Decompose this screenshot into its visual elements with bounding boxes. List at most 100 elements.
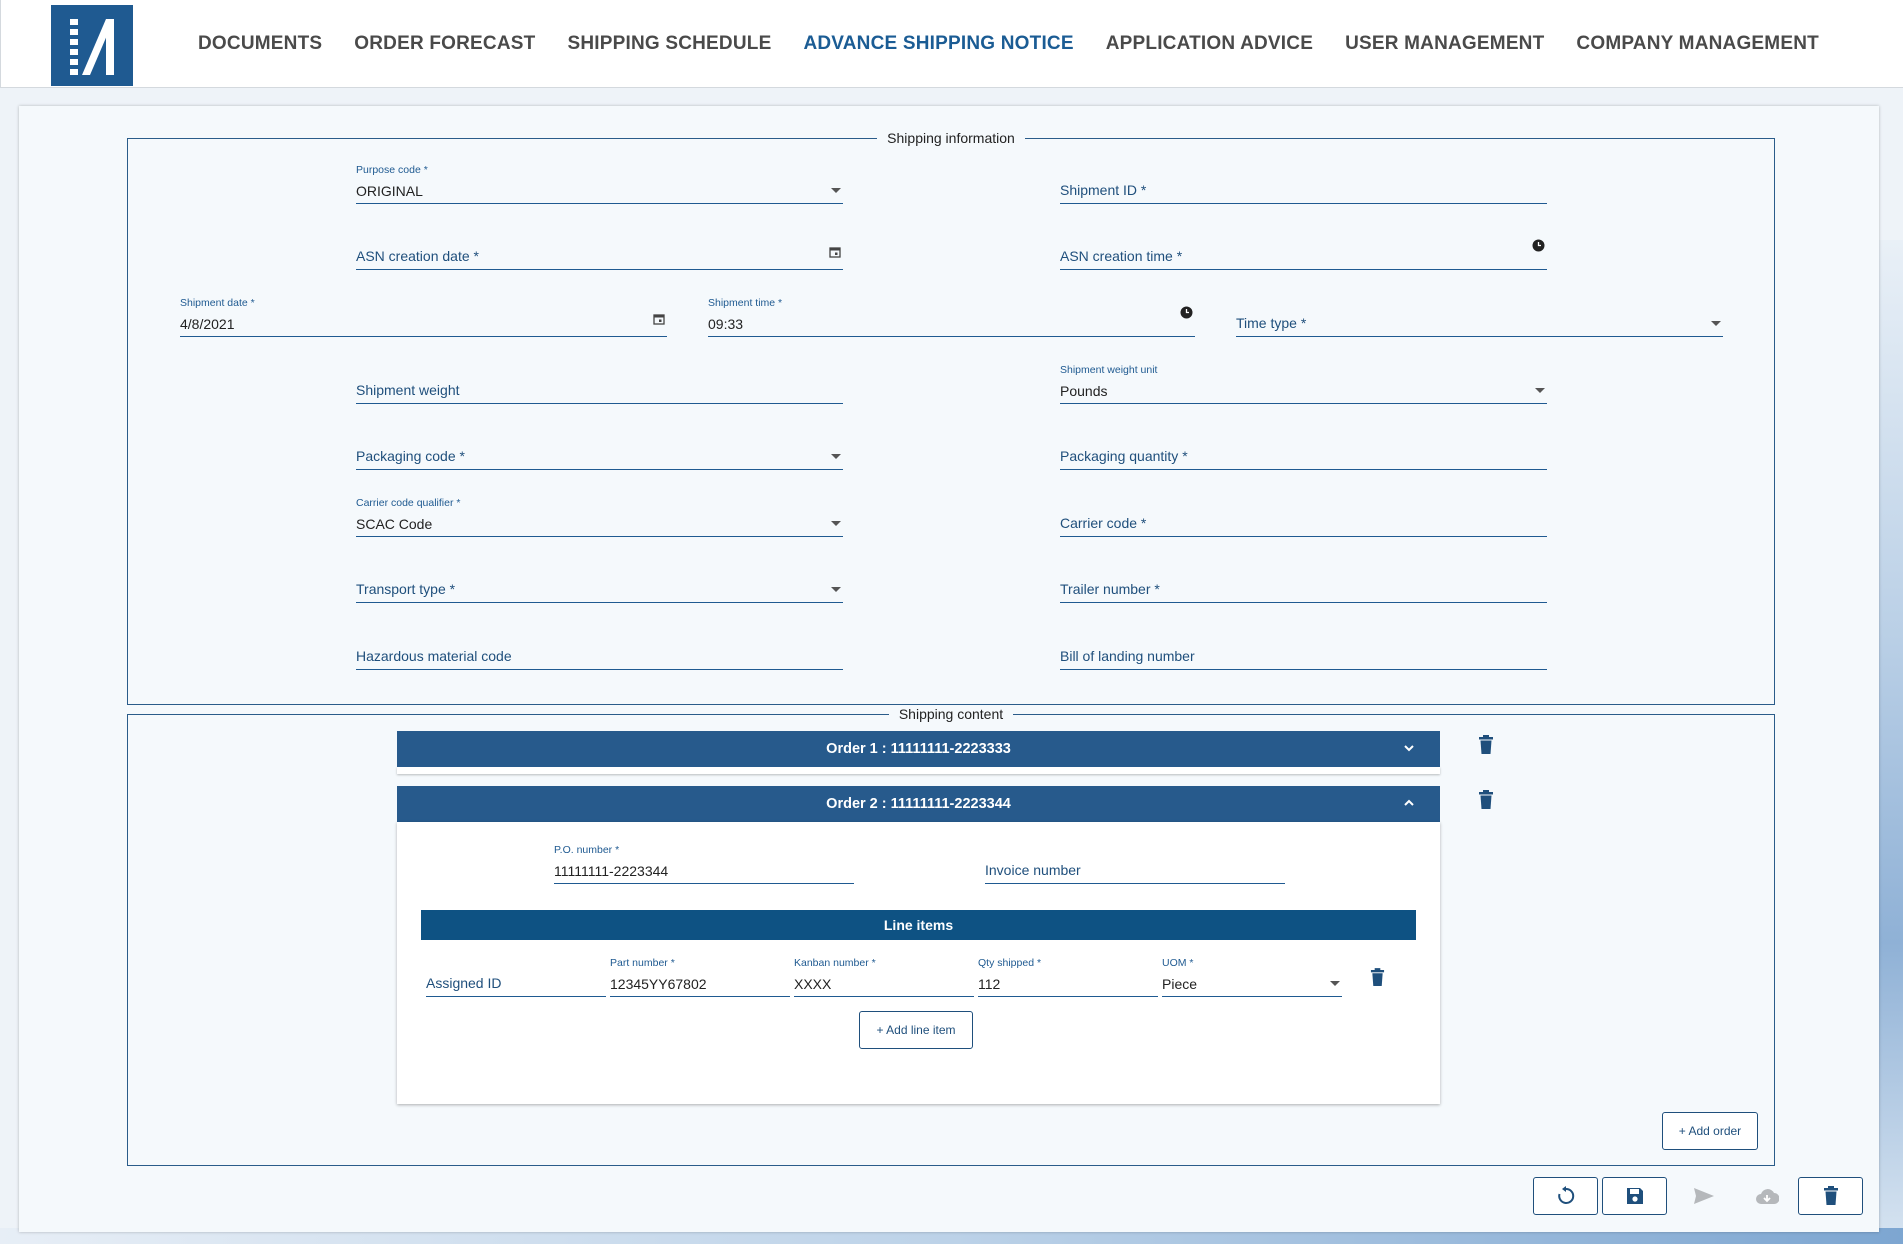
calendar-icon[interactable]	[829, 245, 841, 263]
send-button[interactable]	[1671, 1177, 1736, 1215]
purpose-code-value: ORIGINAL	[356, 183, 423, 199]
line-items-header: Line items	[421, 910, 1416, 940]
shipment-weight-placeholder: Shipment weight	[356, 382, 460, 398]
nav-order-forecast[interactable]: ORDER FORECAST	[354, 33, 535, 55]
save-icon	[1626, 1188, 1643, 1204]
bill-of-landing-number-input[interactable]: Bill of landing number	[1060, 632, 1547, 670]
add-line-item-label: + Add line item	[876, 1023, 956, 1037]
chevron-up-icon[interactable]	[1402, 796, 1416, 814]
order-2-header[interactable]: Order 2 : 11111111-2223344	[397, 786, 1440, 822]
purpose-code-label: Purpose code *	[356, 164, 428, 176]
po-number-input[interactable]: P.O. number * 11111111-2223344	[554, 844, 854, 884]
shipment-date-value: 4/8/2021	[180, 316, 235, 332]
shipment-date-input[interactable]: Shipment date * 4/8/2021	[180, 297, 667, 337]
assigned-id-input[interactable]: Assigned ID	[426, 959, 606, 997]
shipment-date-label: Shipment date *	[180, 297, 255, 309]
delete-button[interactable]	[1798, 1177, 1863, 1215]
packaging-code-placeholder: Packaging code *	[356, 448, 465, 464]
asn-creation-time-placeholder: ASN creation time *	[1060, 248, 1183, 264]
hazardous-material-code-placeholder: Hazardous material code	[356, 648, 512, 664]
order-1-panel: Order 1 : 11111111-2223333	[397, 731, 1440, 774]
delete-line-item-icon[interactable]	[1370, 968, 1385, 992]
shipment-weight-unit-label: Shipment weight unit	[1060, 364, 1158, 376]
shipment-weight-unit-select[interactable]: Shipment weight unit Pounds	[1060, 364, 1547, 404]
carrier-code-input[interactable]: Carrier code *	[1060, 499, 1547, 537]
nav-shipping-schedule[interactable]: SHIPPING SCHEDULE	[567, 33, 771, 55]
trailer-number-placeholder: Trailer number *	[1060, 581, 1160, 597]
line-items-title: Line items	[883, 917, 954, 933]
chevron-down-icon	[1535, 388, 1545, 393]
logo-icon	[70, 18, 114, 75]
asn-creation-time-input[interactable]: ASN creation time *	[1060, 232, 1547, 270]
save-button[interactable]	[1602, 1177, 1667, 1215]
shipment-id-input[interactable]: Shipment ID *	[1060, 166, 1547, 204]
order-1-header[interactable]: Order 1 : 11111111-2223333	[397, 731, 1440, 767]
asn-creation-date-placeholder: ASN creation date *	[356, 248, 479, 264]
calendar-icon[interactable]	[653, 312, 665, 330]
shipment-time-value: 09:33	[708, 316, 744, 332]
shipment-weight-input[interactable]: Shipment weight	[356, 366, 843, 404]
asn-form-card: Shipping information Purpose code * ORIG…	[19, 106, 1879, 1232]
cloud-download-icon	[1755, 1189, 1779, 1204]
shipment-time-input[interactable]: Shipment time * 09:33	[708, 297, 1195, 337]
invoice-number-input[interactable]: Invoice number	[985, 846, 1285, 884]
kanban-number-value: XXXX	[794, 976, 832, 992]
kanban-number-input[interactable]: Kanban number * XXXX	[794, 957, 974, 997]
chevron-down-icon[interactable]	[1402, 741, 1416, 759]
chevron-down-icon	[831, 521, 841, 526]
carrier-code-qualifier-select[interactable]: Carrier code qualifier * SCAC Code	[356, 497, 843, 537]
order-2-panel: Order 2 : 11111111-2223344 P.O. number *…	[397, 786, 1440, 1104]
qty-shipped-input[interactable]: Qty shipped * 112	[978, 957, 1158, 997]
shipping-information-legend: Shipping information	[887, 130, 1015, 146]
time-type-select[interactable]: Time type *	[1236, 299, 1723, 337]
order-1-footer	[397, 767, 1440, 774]
uom-select[interactable]: UOM * Piece	[1162, 957, 1342, 997]
order-1-title: Order 1 : 11111111-2223333	[826, 741, 1011, 757]
purpose-code-select[interactable]: Purpose code * ORIGINAL	[356, 164, 843, 204]
nav-user-management[interactable]: USER MANAGEMENT	[1345, 33, 1544, 55]
add-line-item-button[interactable]: + Add line item	[859, 1011, 973, 1049]
kanban-number-label: Kanban number *	[794, 957, 876, 969]
carrier-code-qualifier-value: SCAC Code	[356, 516, 433, 532]
po-number-value: 11111111-2223344	[554, 863, 669, 879]
chevron-down-icon	[1711, 321, 1721, 326]
add-order-button[interactable]: + Add order	[1662, 1112, 1758, 1150]
order-2-title: Order 2 : 11111111-2223344	[826, 796, 1011, 812]
transport-type-placeholder: Transport type *	[356, 581, 456, 597]
nav-company-management[interactable]: COMPANY MANAGEMENT	[1576, 33, 1819, 55]
qty-shipped-label: Qty shipped *	[978, 957, 1042, 969]
nav-advance-shipping-notice[interactable]: ADVANCE SHIPPING NOTICE	[803, 33, 1073, 55]
bill-of-landing-number-placeholder: Bill of landing number	[1060, 648, 1195, 664]
packaging-quantity-input[interactable]: Packaging quantity *	[1060, 432, 1547, 470]
company-logo[interactable]	[51, 5, 133, 86]
download-button[interactable]	[1734, 1177, 1799, 1215]
packaging-quantity-placeholder: Packaging quantity *	[1060, 448, 1188, 464]
chevron-down-icon	[831, 188, 841, 193]
shipping-content-legend: Shipping content	[898, 706, 1004, 722]
carrier-code-placeholder: Carrier code *	[1060, 515, 1147, 531]
reset-icon	[1557, 1186, 1574, 1204]
nav-documents[interactable]: DOCUMENTS	[198, 33, 322, 55]
clock-icon[interactable]	[1180, 306, 1193, 324]
chevron-down-icon	[831, 454, 841, 459]
hazardous-material-code-input[interactable]: Hazardous material code	[356, 632, 843, 670]
clock-icon[interactable]	[1532, 239, 1545, 257]
uom-value: Piece	[1162, 976, 1198, 992]
invoice-number-placeholder: Invoice number	[985, 862, 1081, 878]
packaging-code-select[interactable]: Packaging code *	[356, 432, 843, 470]
nav-application-advice[interactable]: APPLICATION ADVICE	[1106, 33, 1313, 55]
trailer-number-input[interactable]: Trailer number *	[1060, 565, 1547, 603]
reset-button[interactable]	[1533, 1177, 1598, 1215]
assigned-id-placeholder: Assigned ID	[426, 975, 502, 991]
asn-creation-date-input[interactable]: ASN creation date *	[356, 232, 843, 270]
part-number-input[interactable]: Part number * 12345YY67802	[610, 957, 790, 997]
shipping-information-section: Shipping information	[127, 130, 1775, 705]
transport-type-select[interactable]: Transport type *	[356, 565, 843, 603]
chevron-down-icon	[831, 587, 841, 592]
delete-order-2-icon[interactable]	[1478, 790, 1494, 815]
carrier-code-qualifier-label: Carrier code qualifier *	[356, 497, 461, 509]
delete-icon	[1823, 1186, 1838, 1205]
main-nav: DOCUMENTS ORDER FORECAST SHIPPING SCHEDU…	[198, 0, 1819, 88]
delete-order-1-icon[interactable]	[1478, 735, 1494, 760]
qty-shipped-value: 112	[978, 976, 1001, 992]
